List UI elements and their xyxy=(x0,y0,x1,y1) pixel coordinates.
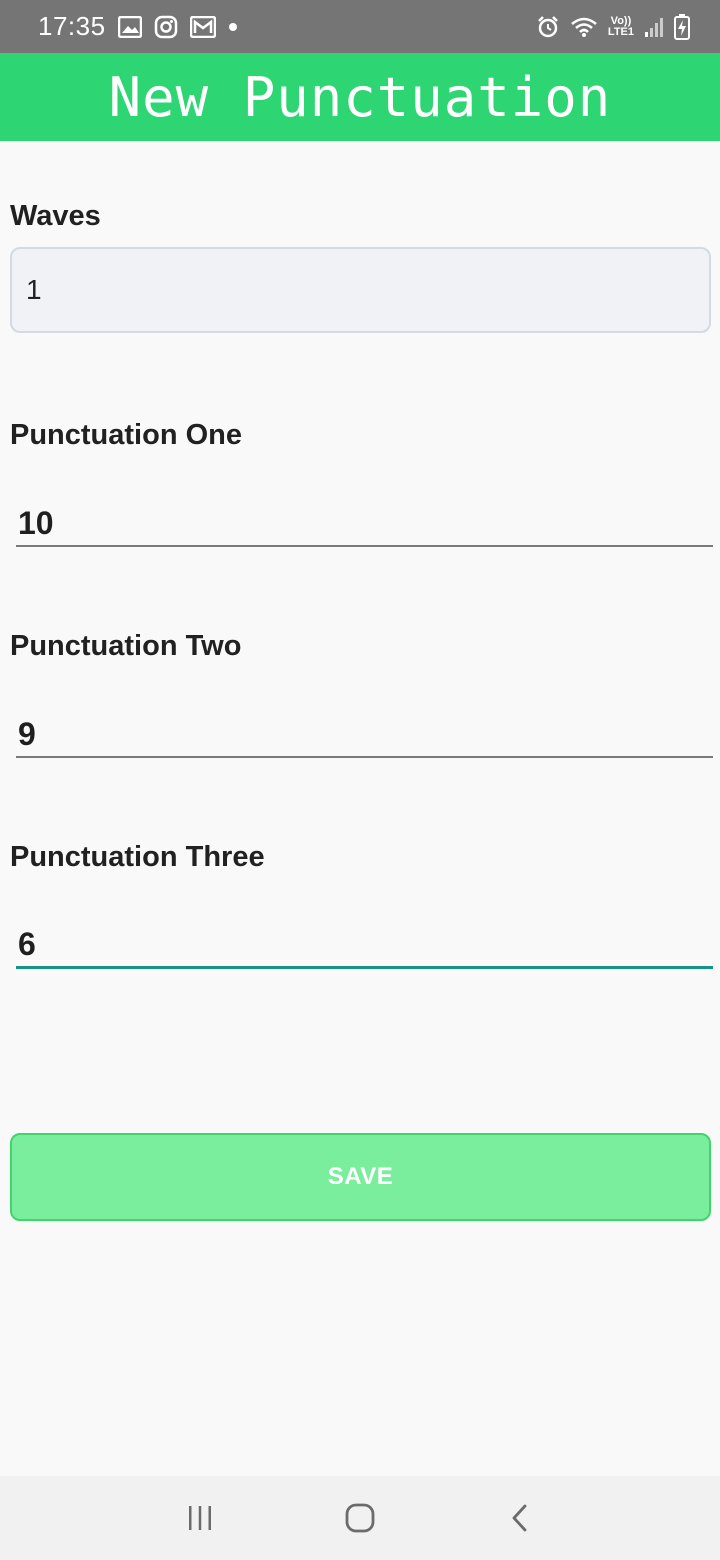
punctuation-two-value: 9 xyxy=(18,715,36,752)
gmail-icon xyxy=(189,15,216,38)
status-bar: 17:35 Vo)) LTE1 xyxy=(0,0,720,53)
instagram-icon xyxy=(154,15,178,39)
battery-charging-icon xyxy=(674,13,690,40)
home-icon xyxy=(345,1503,375,1533)
home-button[interactable] xyxy=(330,1488,390,1548)
waves-label: Waves xyxy=(10,200,101,232)
recents-button[interactable] xyxy=(170,1488,230,1548)
navigation-bar xyxy=(0,1476,720,1560)
waves-input-value: 1 xyxy=(26,274,42,305)
save-button[interactable]: SAVE xyxy=(10,1133,711,1221)
punctuation-one-label: Punctuation One xyxy=(10,419,242,451)
back-icon xyxy=(512,1504,527,1532)
alarm-icon xyxy=(536,15,560,39)
punctuation-three-value: 6 xyxy=(18,926,36,962)
volte-label: Vo)) xyxy=(610,14,632,27)
punctuation-two-label: Punctuation Two xyxy=(10,630,242,662)
network-label: Vo)) LTE1 xyxy=(607,14,634,38)
punctuation-three-label: Punctuation Three xyxy=(10,841,265,873)
status-time: 17:35 xyxy=(38,11,106,41)
status-left: 17:35 xyxy=(38,11,238,42)
lte-label: LTE1 xyxy=(607,25,634,38)
recents-icon xyxy=(189,1506,211,1530)
gallery-icon xyxy=(117,15,142,38)
app-bar: New Punctuation xyxy=(0,53,720,141)
punctuation-one-value: 10 xyxy=(18,504,54,541)
signal-icon xyxy=(644,16,664,38)
status-right: Vo)) LTE1 xyxy=(536,13,690,40)
punctuation-two-input[interactable]: 9 xyxy=(16,712,713,758)
page-title: New Punctuation xyxy=(108,65,612,129)
punctuation-one-input[interactable]: 10 xyxy=(16,501,713,547)
dot-icon xyxy=(228,22,238,32)
wifi-icon xyxy=(570,16,598,38)
back-button[interactable] xyxy=(490,1488,550,1548)
punctuation-three-input[interactable]: 6 xyxy=(16,923,713,969)
waves-input[interactable]: 1 xyxy=(10,247,711,333)
